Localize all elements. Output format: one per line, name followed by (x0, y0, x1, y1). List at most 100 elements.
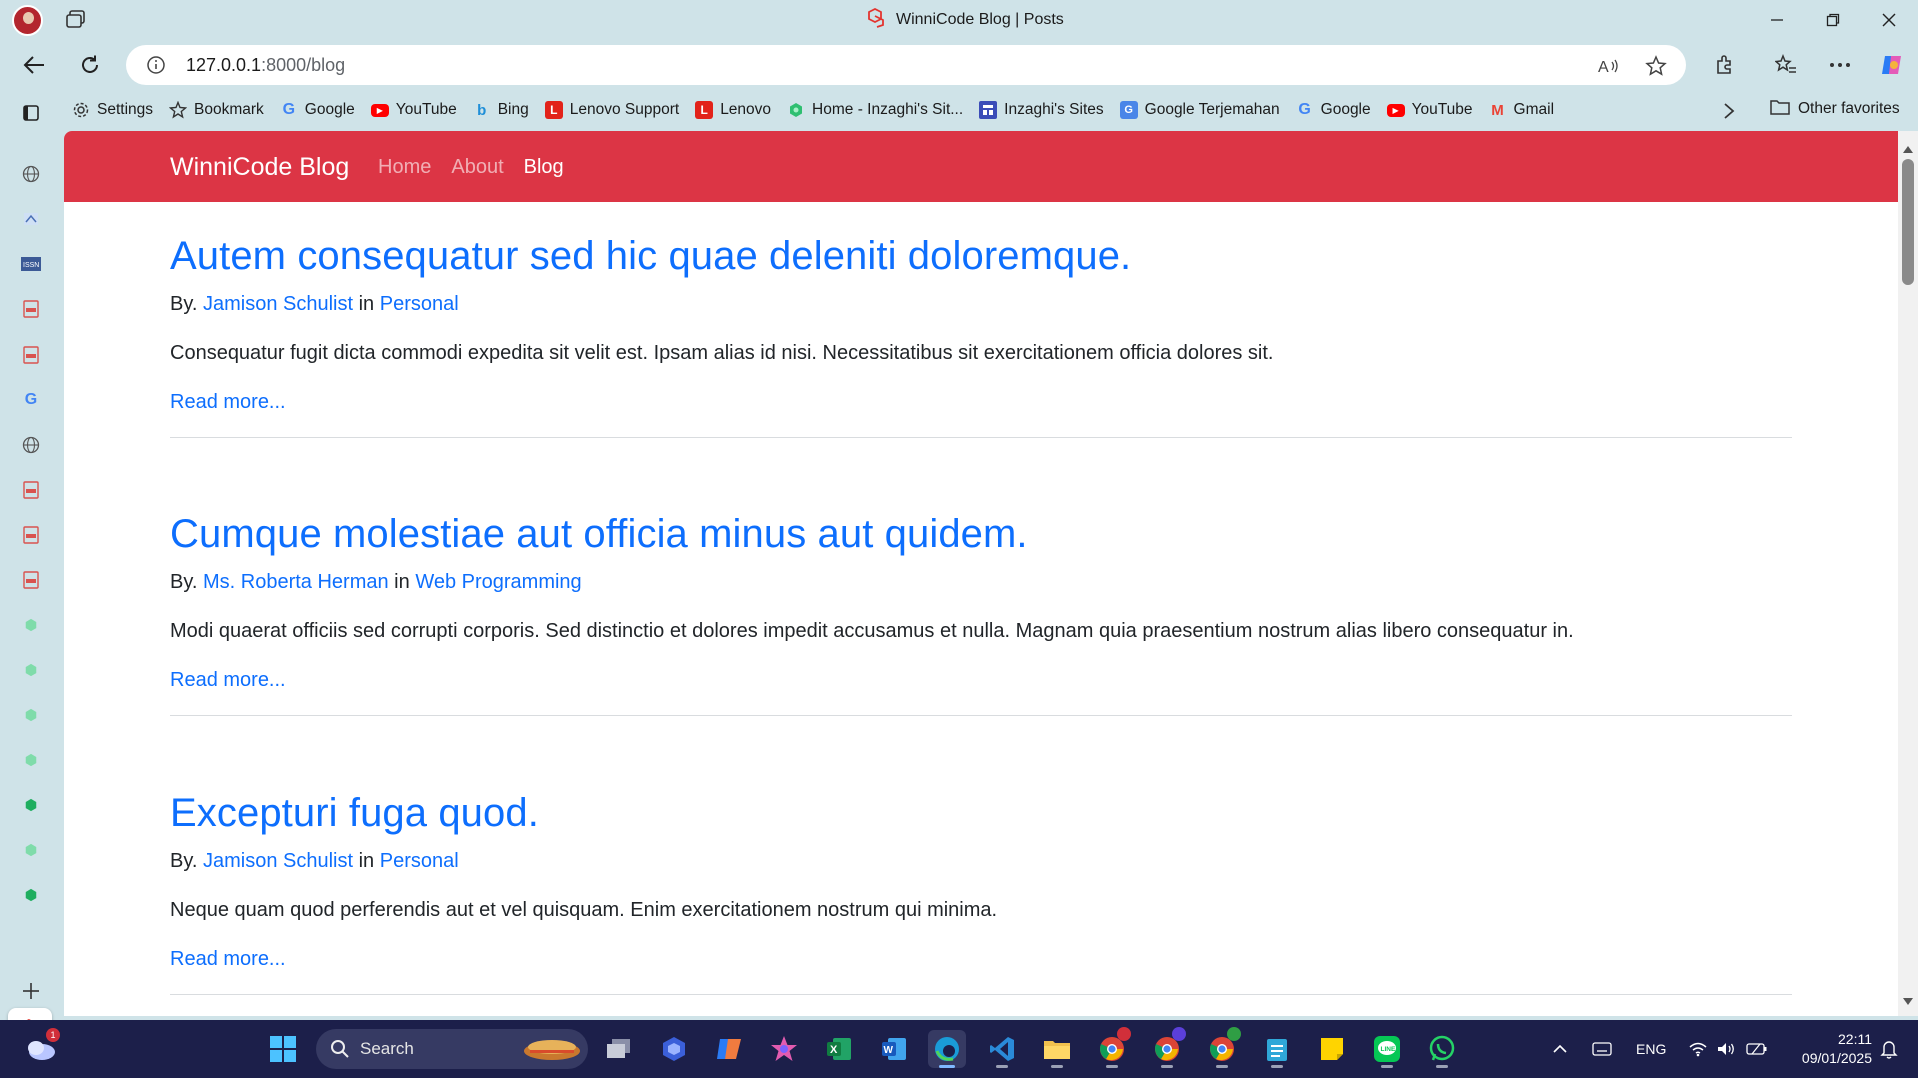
bookmark-lenovo-support[interactable]: L Lenovo Support (537, 95, 687, 125)
weather-widget-icon[interactable]: 1 (22, 1028, 60, 1068)
tab-panel-icon[interactable] (20, 102, 42, 124)
start-windows-icon[interactable] (264, 1030, 302, 1068)
tab-pdf-icon[interactable] (20, 569, 42, 591)
bookmark-bing[interactable]: b Bing (465, 95, 537, 125)
back-button[interactable] (16, 48, 52, 82)
chrome-profile-icon[interactable] (1203, 1027, 1241, 1068)
close-window-button[interactable] (1862, 0, 1916, 40)
post-category-link[interactable]: Web Programming (415, 571, 581, 593)
refresh-button[interactable] (72, 48, 108, 82)
m365-copilot-icon[interactable] (710, 1030, 748, 1068)
tab-hexagon-icon[interactable] (20, 794, 42, 816)
post-author-link[interactable]: Ms. Roberta Herman (203, 571, 389, 593)
profile-avatar[interactable] (12, 5, 43, 36)
tab-hexagon-icon[interactable] (20, 614, 42, 636)
taskbar-search[interactable]: Search (316, 1029, 588, 1069)
bookmark-settings[interactable]: Settings (64, 95, 161, 125)
copilot-app-icon[interactable] (655, 1030, 693, 1068)
post-category-link[interactable]: Personal (380, 293, 459, 315)
minimize-button[interactable] (1750, 0, 1804, 40)
new-tab-plus-icon[interactable] (20, 980, 42, 1002)
post-title[interactable]: Excepturi fuga quod. (170, 791, 1792, 836)
site-info-icon[interactable] (146, 55, 166, 75)
bookmark-home-inzaghi[interactable]: Home - Inzaghi's Sit... (779, 95, 971, 125)
tab-pdf-icon[interactable] (20, 524, 42, 546)
scroll-up-arrow-icon[interactable] (1902, 141, 1914, 153)
clock[interactable]: 22:11 09/01/2025 (1788, 1030, 1872, 1068)
read-more-link[interactable]: Read more... (170, 948, 1792, 971)
bookmark-bookmark[interactable]: Bookmark (161, 95, 272, 125)
volume-icon[interactable] (1716, 1020, 1736, 1078)
tab-pdf-icon[interactable] (20, 298, 42, 320)
restore-button[interactable] (1806, 0, 1860, 40)
file-explorer-icon[interactable] (1038, 1030, 1076, 1068)
tab-hexagon-icon[interactable] (20, 884, 42, 906)
nav-home[interactable]: Home (378, 156, 431, 179)
bookmark-google-2[interactable]: G Google (1288, 95, 1379, 125)
scroll-down-arrow-icon[interactable] (1902, 994, 1914, 1006)
language-indicator[interactable]: ENG (1636, 1020, 1666, 1078)
vscode-icon[interactable] (983, 1030, 1021, 1068)
read-aloud-icon[interactable]: A (1596, 54, 1620, 78)
tab-google-icon[interactable]: G (20, 389, 42, 411)
tab-hexagon-icon[interactable] (20, 659, 42, 681)
window-title-text: WinniCode Blog | Posts (896, 11, 1064, 28)
bookmark-inzaghi-sites[interactable]: Inzaghi's Sites (971, 95, 1111, 125)
tab-pdf-icon[interactable] (20, 344, 42, 366)
tab-issn-icon[interactable]: ISSN (20, 253, 42, 275)
excel-icon[interactable]: X (820, 1030, 858, 1068)
line-app-icon[interactable]: LINE (1368, 1030, 1406, 1068)
bookmark-lenovo[interactable]: L Lenovo (687, 95, 779, 125)
tray-overflow-chevron-icon[interactable] (1552, 1020, 1568, 1078)
post-divider (170, 715, 1792, 716)
tab-actions-icon[interactable] (66, 10, 88, 30)
page-scrollbar[interactable] (1898, 131, 1918, 1016)
address-bar[interactable]: 127.0.0.1:8000/blog A (126, 45, 1686, 85)
whatsapp-icon[interactable] (1423, 1030, 1461, 1068)
tab-hexagon-icon[interactable] (20, 839, 42, 861)
notification-bell-icon[interactable] (1880, 1020, 1898, 1078)
bookmark-gmail[interactable]: M Gmail (1481, 95, 1562, 125)
bookmark-youtube[interactable]: ▶ YouTube (363, 95, 465, 125)
chrome-profile-icon[interactable] (1148, 1027, 1186, 1068)
task-view-icon[interactable] (600, 1030, 638, 1068)
notification-badge (1227, 1027, 1241, 1041)
nav-blog[interactable]: Blog (524, 156, 564, 179)
chrome-icon[interactable] (1093, 1027, 1131, 1068)
read-more-link[interactable]: Read more... (170, 669, 1792, 692)
word-icon[interactable]: W (875, 1030, 913, 1068)
notepad-icon[interactable] (1258, 1030, 1296, 1068)
sticky-notes-icon[interactable] (1313, 1030, 1351, 1068)
tab-page-icon[interactable] (20, 208, 42, 230)
tab-globe-icon[interactable] (20, 163, 42, 185)
more-menu-icon[interactable] (1822, 48, 1858, 82)
tab-pdf-icon[interactable] (20, 479, 42, 501)
bookmarks-overflow-chevron-icon[interactable] (1716, 98, 1742, 124)
tab-globe-icon[interactable] (20, 434, 42, 456)
post-author-link[interactable]: Jamison Schulist (203, 850, 353, 872)
bookmark-google-terjemahan[interactable]: G Google Terjemahan (1112, 95, 1288, 125)
bookmark-youtube-2[interactable]: ▶ YouTube (1379, 95, 1481, 125)
edge-browser-icon[interactable] (928, 1030, 966, 1068)
wifi-icon[interactable] (1688, 1020, 1708, 1078)
url-text[interactable]: 127.0.0.1:8000/blog (186, 55, 345, 76)
post-title[interactable]: Autem consequatur sed hic quae deleniti … (170, 234, 1792, 279)
favorites-icon[interactable] (1768, 48, 1804, 82)
designer-app-icon[interactable] (765, 1030, 803, 1068)
scrollbar-thumb[interactable] (1902, 159, 1914, 285)
read-more-link[interactable]: Read more... (170, 391, 1792, 414)
tab-hexagon-icon[interactable] (20, 704, 42, 726)
copilot-icon[interactable] (1874, 48, 1910, 82)
extensions-icon[interactable] (1706, 48, 1742, 82)
favorite-star-icon[interactable] (1644, 54, 1668, 78)
bookmark-google[interactable]: G Google (272, 95, 363, 125)
tab-hexagon-icon[interactable] (20, 749, 42, 771)
battery-icon[interactable] (1746, 1020, 1768, 1078)
post-title[interactable]: Cumque molestiae aut officia minus aut q… (170, 512, 1792, 557)
post-author-link[interactable]: Jamison Schulist (203, 293, 353, 315)
other-favorites[interactable]: Other favorites (1770, 94, 1900, 124)
post-category-link[interactable]: Personal (380, 850, 459, 872)
nav-about[interactable]: About (451, 156, 503, 179)
site-brand[interactable]: WinniCode Blog (170, 153, 349, 182)
keyboard-icon[interactable] (1592, 1020, 1612, 1078)
